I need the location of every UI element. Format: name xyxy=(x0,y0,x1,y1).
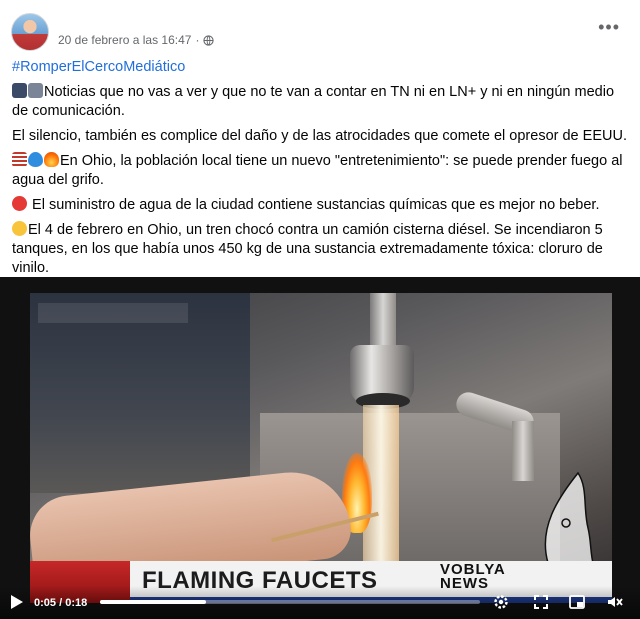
fullscreen-expand-icon[interactable] xyxy=(532,593,550,611)
grinning-face-icon xyxy=(12,221,27,236)
play-icon[interactable] xyxy=(10,594,24,610)
paragraph-2-text: El silencio, también es complice del dañ… xyxy=(12,128,627,144)
progress-bar[interactable] xyxy=(100,600,480,604)
paragraph-1: Noticias que no vas a ver y que no te va… xyxy=(12,83,632,121)
radio-icon xyxy=(28,83,43,98)
progress-fill xyxy=(100,600,207,604)
paragraph-4: El suministro de agua de la ciudad conti… xyxy=(12,196,632,215)
paragraph-4-text: El suministro de agua de la ciudad conti… xyxy=(28,197,600,213)
video-frame: FLAMING FAUCETS VOBLYA NEWS xyxy=(30,293,612,603)
picture-in-picture-icon[interactable] xyxy=(568,593,586,611)
paragraph-3-text: En Ohio, la población local tiene un nue… xyxy=(12,153,623,188)
avatar[interactable] xyxy=(11,13,49,51)
settings-icon[interactable] xyxy=(492,593,510,611)
faucet-pipe xyxy=(370,293,396,353)
duration: 0:18 xyxy=(65,597,88,609)
video-background xyxy=(30,293,250,493)
paragraph-5: El 4 de febrero en Ohio, un tren chocó c… xyxy=(12,221,632,278)
time-separator: / xyxy=(56,597,66,609)
video-player[interactable]: FLAMING FAUCETS VOBLYA NEWS xyxy=(0,277,640,619)
volume-muted-icon[interactable] xyxy=(606,593,624,611)
non-potable-water-icon xyxy=(12,196,27,211)
post-text: #RomperElCercoMediático Noticias que no … xyxy=(12,58,632,284)
post-meta: 20 de febrero a las 16:47 · xyxy=(58,33,215,47)
paragraph-2: El silencio, también es complice del dañ… xyxy=(12,127,632,146)
fire-icon xyxy=(44,152,59,167)
post-date[interactable]: 20 de febrero a las 16:47 xyxy=(58,33,191,47)
paragraph-1-text: Noticias que no vas a ver y que no te va… xyxy=(12,84,615,119)
news-overlay-top xyxy=(38,303,188,323)
hashtag-link[interactable]: #RomperElCercoMediático xyxy=(12,59,185,75)
droplet-icon xyxy=(28,152,43,167)
more-options-icon[interactable]: ••• xyxy=(598,18,620,36)
paragraph-5-text: El 4 de febrero en Ohio, un tren chocó c… xyxy=(12,222,603,276)
globe-icon xyxy=(203,34,215,46)
meta-separator: · xyxy=(195,33,200,47)
paragraph-3: En Ohio, la población local tiene un nue… xyxy=(12,152,632,190)
current-time: 0:05 xyxy=(34,597,57,609)
tv-icon xyxy=(12,83,27,98)
us-flag-icon xyxy=(12,152,27,167)
video-time: 0:05 / 0:18 xyxy=(34,597,87,609)
post-header: 20 de febrero a las 16:47 · ••• xyxy=(0,0,640,56)
